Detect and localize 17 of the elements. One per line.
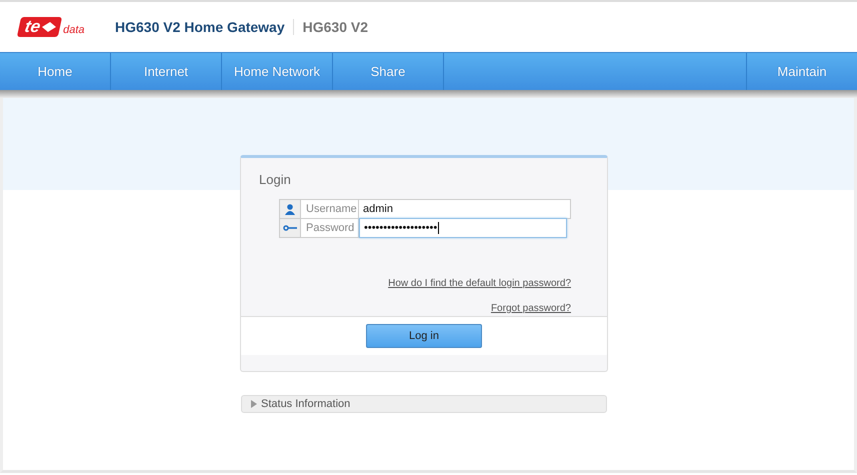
input-field[interactable]: admin	[359, 199, 571, 219]
product-title: HG630 V2 Home Gateway	[115, 19, 294, 35]
logo-mark-icon	[40, 21, 58, 33]
key-icon	[283, 225, 297, 231]
status-label: Status Information	[261, 398, 350, 410]
login-title: Login	[259, 172, 292, 187]
field-label: Username	[301, 199, 359, 219]
status-panel[interactable]: Status Information	[241, 395, 607, 413]
help-link[interactable]: Forgot password?	[490, 303, 571, 314]
user-icon	[285, 204, 295, 214]
input-field[interactable]: •••••••••••••••••••	[359, 218, 567, 238]
logo-text: data	[63, 24, 85, 36]
help-link[interactable]: How do I find the default login password?	[388, 278, 571, 289]
logo-badge: te	[16, 17, 62, 37]
login-button[interactable]: Log in	[366, 324, 482, 348]
model-name: HG630 V2	[302, 19, 368, 35]
field-label: Password	[301, 218, 359, 238]
